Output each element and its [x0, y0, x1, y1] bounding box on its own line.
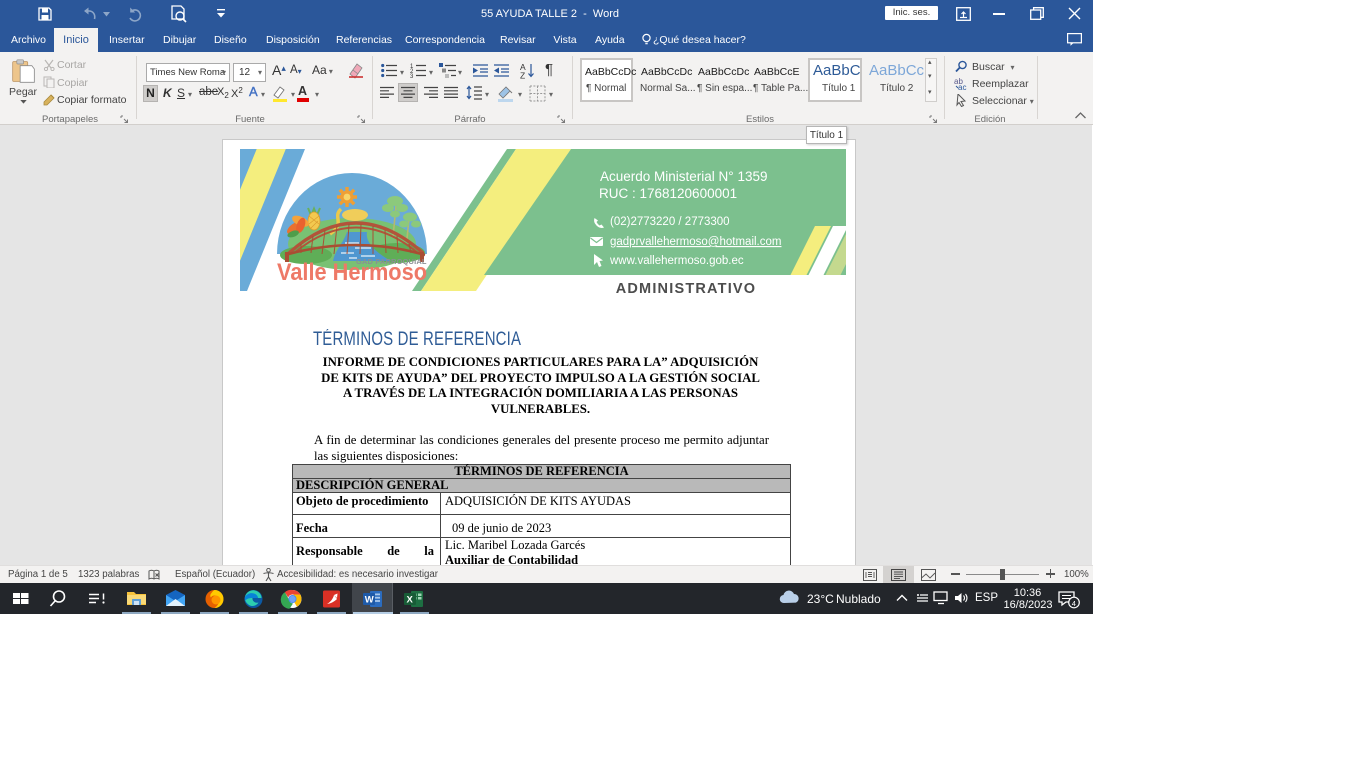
svg-text:3: 3 [410, 74, 414, 78]
svg-text:X: X [407, 595, 414, 606]
svg-text:W: W [365, 595, 374, 606]
svg-text:(02)2773220 / 2773300: (02)2773220 / 2773300 [610, 216, 730, 228]
svg-text:RUC : 1768120600001: RUC : 1768120600001 [599, 186, 737, 201]
svg-text:ac: ac [958, 83, 966, 90]
svg-text:www.vallehermoso.gob.ec: www.vallehermoso.gob.ec [609, 255, 744, 267]
svg-text:Acuerdo Ministerial N° 1359: Acuerdo Ministerial N° 1359 [600, 169, 767, 184]
svg-text:gadprvallehermoso@hotmail.com: gadprvallehermoso@hotmail.com [610, 236, 781, 248]
svg-text:4: 4 [1072, 599, 1076, 608]
svg-text:GAD PARROQUIAL: GAD PARROQUIAL [356, 257, 427, 266]
svg-text:Z: Z [520, 71, 525, 80]
